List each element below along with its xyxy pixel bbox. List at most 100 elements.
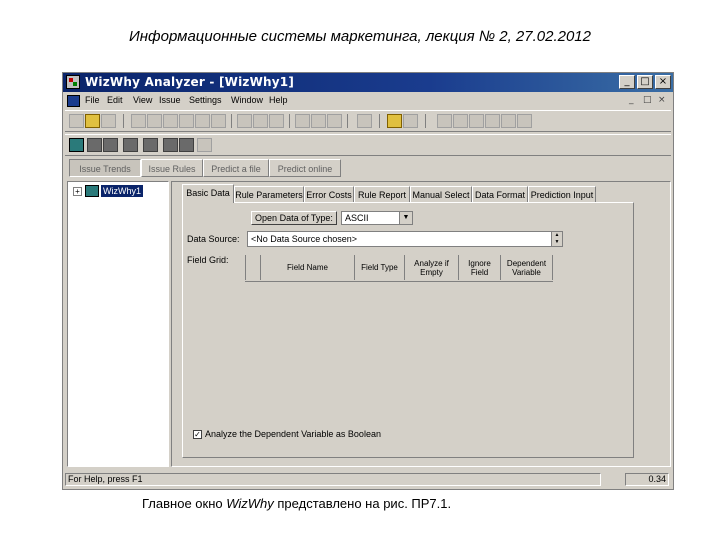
- tab-error-costs[interactable]: Error Costs: [304, 186, 354, 202]
- view-tabs: Issue Trends Issue Rules Predict a file …: [65, 157, 671, 179]
- filter-3-icon[interactable]: [123, 138, 138, 152]
- tab-issue-rules[interactable]: Issue Rules: [141, 159, 203, 177]
- filter-4-icon[interactable]: [143, 138, 158, 152]
- filter-7-icon[interactable]: [197, 138, 212, 152]
- next-record-icon[interactable]: [485, 114, 500, 128]
- column-ignore-field[interactable]: Ignore Field: [459, 255, 501, 280]
- data-type-value: ASCII: [345, 213, 369, 223]
- next-page-icon[interactable]: [501, 114, 516, 128]
- status-help-text: For Help, press F1: [65, 473, 601, 486]
- grid-row-header: [245, 255, 261, 280]
- tab-predict-file[interactable]: Predict a file: [203, 159, 269, 177]
- boolean-checkbox-label: Analyze the Dependent Variable as Boolea…: [205, 429, 381, 439]
- menu-settings[interactable]: Settings: [189, 95, 222, 105]
- tab-rule-parameters[interactable]: Rule Parameters: [234, 186, 304, 202]
- mdi-restore-button[interactable]: □: [643, 95, 652, 105]
- filter-2-icon[interactable]: [103, 138, 118, 152]
- maximize-button[interactable]: □: [637, 75, 653, 89]
- tab-manual-select[interactable]: Manual Select: [410, 186, 472, 202]
- open-data-button[interactable]: Open Data of Type:: [251, 211, 337, 225]
- tab-predict-online[interactable]: Predict online: [269, 159, 341, 177]
- tab-basic-data[interactable]: Basic Data: [182, 184, 234, 203]
- mdi-close-button[interactable]: ×: [658, 95, 666, 105]
- project-icon: [85, 185, 99, 197]
- title-bar[interactable]: WizWhy Analyzer - [WizWhy1] _ □ ×: [63, 73, 673, 92]
- tab-prediction-input[interactable]: Prediction Input: [528, 186, 596, 202]
- cut-icon[interactable]: [131, 114, 146, 128]
- filter-5-icon[interactable]: [163, 138, 178, 152]
- app-icon[interactable]: [66, 75, 80, 89]
- context-help-icon[interactable]: [403, 114, 418, 128]
- status-value: 0.34: [625, 473, 669, 486]
- mdi-minimize-button[interactable]: _: [629, 95, 634, 105]
- toolbar-separator: [379, 114, 380, 128]
- format-icon[interactable]: [195, 114, 210, 128]
- tab-data-format[interactable]: Data Format: [472, 186, 528, 202]
- menu-file[interactable]: File: [85, 95, 100, 105]
- tab-issue-trends[interactable]: Issue Trends: [69, 159, 141, 177]
- save-icon[interactable]: [101, 114, 116, 128]
- document-icon[interactable]: [67, 95, 80, 107]
- menu-help[interactable]: Help: [269, 95, 288, 105]
- menu-view[interactable]: View: [133, 95, 152, 105]
- field-grid[interactable]: Field Name Field Type Analyze if Empty I…: [245, 255, 553, 282]
- column-field-type[interactable]: Field Type: [355, 255, 405, 280]
- slide-title: Информационные системы маркетинга, лекци…: [128, 28, 591, 45]
- chevron-down-icon[interactable]: ▼: [399, 212, 412, 224]
- tool-1-icon[interactable]: [237, 114, 252, 128]
- expand-icon[interactable]: +: [73, 187, 82, 196]
- help-icon[interactable]: [387, 114, 402, 128]
- menu-window[interactable]: Window: [231, 95, 263, 105]
- data-type-select[interactable]: ASCII ▼: [341, 211, 413, 225]
- slide-caption: Главное окно WizWhy представлено на рис.…: [142, 496, 451, 511]
- window-title: WizWhy Analyzer - [WizWhy1]: [85, 75, 295, 89]
- data-source-field[interactable]: <No Data Source chosen> ▲ ▼: [247, 231, 563, 247]
- minimize-button[interactable]: _: [619, 75, 635, 89]
- main-toolbar: [65, 110, 671, 132]
- open-icon[interactable]: [85, 114, 100, 128]
- column-dependent-variable[interactable]: Dependent Variable: [501, 255, 553, 280]
- window-controls: _ □ ×: [619, 75, 671, 89]
- scroll-arrows-icon[interactable]: ▲ ▼: [551, 232, 562, 246]
- tool-2-icon[interactable]: [253, 114, 268, 128]
- toolbar-separator: [347, 114, 348, 128]
- hand-icon[interactable]: [269, 114, 284, 128]
- wizwhy-icon[interactable]: [69, 138, 84, 152]
- column-field-name[interactable]: Field Name: [261, 255, 355, 280]
- boolean-checkbox-row[interactable]: ✓ Analyze the Dependent Variable as Boole…: [193, 429, 381, 440]
- copy-icon[interactable]: [147, 114, 162, 128]
- settings-pane: Basic Data Rule Parameters Error Costs R…: [171, 181, 671, 467]
- menu-edit[interactable]: Edit: [107, 95, 123, 105]
- tree-item-wizwhy1[interactable]: WizWhy1: [101, 185, 143, 197]
- first-record-icon[interactable]: [437, 114, 452, 128]
- prev-record-icon[interactable]: [469, 114, 484, 128]
- new-icon[interactable]: [69, 114, 84, 128]
- toolbar-separator: [425, 114, 426, 128]
- caption-app-name: WizWhy: [226, 496, 274, 511]
- close-button[interactable]: ×: [655, 75, 671, 89]
- toolbar-separator: [123, 114, 124, 128]
- report-icon[interactable]: [327, 114, 342, 128]
- run-all-icon[interactable]: [311, 114, 326, 128]
- data-source-label: Data Source:: [187, 234, 240, 244]
- delete-icon[interactable]: [211, 114, 226, 128]
- status-bar: For Help, press F1 0.34: [63, 471, 673, 487]
- data-source-value: <No Data Source chosen>: [251, 234, 358, 244]
- prev-page-icon[interactable]: [453, 114, 468, 128]
- paste-special-icon[interactable]: [179, 114, 194, 128]
- run-icon[interactable]: [295, 114, 310, 128]
- column-analyze-if-empty[interactable]: Analyze if Empty: [405, 255, 459, 280]
- project-tree: + WizWhy1: [67, 181, 169, 467]
- print-icon[interactable]: [357, 114, 372, 128]
- filter-1-icon[interactable]: [87, 138, 102, 152]
- caption-text-post: представлено на рис. ПР7.1.: [273, 496, 452, 511]
- filter-6-icon[interactable]: [179, 138, 194, 152]
- menu-issue[interactable]: Issue: [159, 95, 181, 105]
- caption-text-pre: Главное окно: [142, 496, 227, 511]
- paste-icon[interactable]: [163, 114, 178, 128]
- last-record-icon[interactable]: [517, 114, 532, 128]
- boolean-checkbox[interactable]: ✓: [193, 430, 202, 440]
- toolbar-separator: [231, 114, 232, 128]
- field-grid-label: Field Grid:: [187, 255, 229, 265]
- tab-rule-report[interactable]: Rule Report: [354, 186, 410, 202]
